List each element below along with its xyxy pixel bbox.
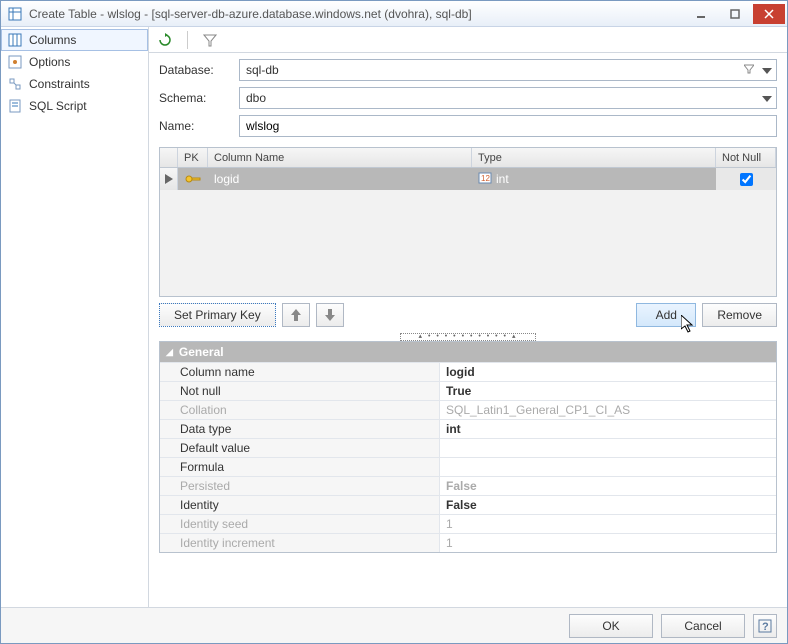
type-icon: 12 <box>478 172 492 187</box>
properties-panel: ◢ General Column namelogidNot nullTrueCo… <box>159 341 777 553</box>
columns-icon <box>7 32 23 48</box>
property-value[interactable]: False <box>440 477 776 495</box>
move-down-button[interactable] <box>316 303 344 327</box>
pk-key-icon <box>178 173 208 185</box>
property-value[interactable]: logid <box>440 363 776 381</box>
maximize-button[interactable] <box>719 4 751 24</box>
footer: OK Cancel ? <box>1 607 787 643</box>
property-row[interactable]: Data typeint <box>160 419 776 438</box>
database-select[interactable]: sql-db <box>239 59 777 81</box>
property-value[interactable]: int <box>440 420 776 438</box>
grid-cell-name[interactable]: logid <box>208 172 472 186</box>
add-button[interactable]: Add <box>636 303 696 327</box>
ok-button[interactable]: OK <box>569 614 653 638</box>
grid-header-name[interactable]: Column Name <box>208 148 472 167</box>
name-input[interactable] <box>239 115 777 137</box>
property-name: Not null <box>160 382 440 400</box>
sidebar-item-label: Columns <box>29 33 76 47</box>
grid-header-pk[interactable]: PK <box>178 148 208 167</box>
chevron-down-icon[interactable] <box>762 63 772 77</box>
property-value[interactable]: 1 <box>440 515 776 533</box>
grid-cell-type[interactable]: 12 int <box>472 172 716 187</box>
schema-select[interactable]: dbo <box>239 87 777 109</box>
property-value[interactable] <box>440 458 776 476</box>
row-caret-icon <box>160 168 178 190</box>
notnull-checkbox[interactable] <box>740 173 753 186</box>
refresh-button[interactable] <box>155 30 175 50</box>
property-row[interactable]: Identity increment1 <box>160 533 776 552</box>
titlebar: Create Table - wlslog - [sql-server-db-a… <box>1 1 787 27</box>
property-row[interactable]: CollationSQL_Latin1_General_CP1_CI_AS <box>160 400 776 419</box>
database-label: Database: <box>159 63 239 77</box>
property-name: Column name <box>160 363 440 381</box>
property-value[interactable]: SQL_Latin1_General_CP1_CI_AS <box>440 401 776 419</box>
chevron-down-icon[interactable] <box>762 91 772 105</box>
grid-cell-notnull[interactable] <box>716 168 776 190</box>
grid-row[interactable]: logid 12 int <box>160 168 776 190</box>
sidebar-item-label: Options <box>29 55 70 69</box>
property-value[interactable]: 1 <box>440 534 776 552</box>
grid-header-notnull[interactable]: Not Null <box>716 148 776 167</box>
schema-label: Schema: <box>159 91 239 105</box>
property-name: Collation <box>160 401 440 419</box>
sidebar-item-sqlscript[interactable]: SQL Script <box>1 95 148 117</box>
properties-header[interactable]: ◢ General <box>160 342 776 362</box>
property-row[interactable]: Identity seed1 <box>160 514 776 533</box>
grid-header-type[interactable]: Type <box>472 148 716 167</box>
filter-button[interactable] <box>200 30 220 50</box>
property-value[interactable]: False <box>440 496 776 514</box>
cursor-icon <box>681 315 697 336</box>
property-name: Default value <box>160 439 440 457</box>
options-icon <box>7 54 23 70</box>
property-row[interactable]: Column namelogid <box>160 362 776 381</box>
filter-icon[interactable] <box>744 63 754 77</box>
window-title: Create Table - wlslog - [sql-server-db-a… <box>29 7 683 21</box>
property-row[interactable]: PersistedFalse <box>160 476 776 495</box>
sidebar-item-label: SQL Script <box>29 99 87 113</box>
sql-icon <box>7 98 23 114</box>
name-label: Name: <box>159 119 239 133</box>
toolbar <box>149 27 787 53</box>
svg-text:?: ? <box>762 621 769 633</box>
close-button[interactable] <box>753 4 785 24</box>
sidebar: Columns Options Constraints SQL Script <box>1 27 149 607</box>
sidebar-item-options[interactable]: Options <box>1 51 148 73</box>
constraints-icon <box>7 76 23 92</box>
cancel-button[interactable]: Cancel <box>661 614 745 638</box>
property-row[interactable]: Formula <box>160 457 776 476</box>
sidebar-item-constraints[interactable]: Constraints <box>1 73 148 95</box>
property-name: Data type <box>160 420 440 438</box>
sidebar-item-columns[interactable]: Columns <box>1 29 148 51</box>
property-name: Identity increment <box>160 534 440 552</box>
table-icon <box>7 6 23 22</box>
property-name: Formula <box>160 458 440 476</box>
svg-text:12: 12 <box>481 174 490 183</box>
property-value[interactable]: True <box>440 382 776 400</box>
collapse-icon: ◢ <box>166 347 173 358</box>
property-name: Identity <box>160 496 440 514</box>
move-up-button[interactable] <box>282 303 310 327</box>
property-row[interactable]: Not nullTrue <box>160 381 776 400</box>
help-button[interactable]: ? <box>753 614 777 638</box>
property-row[interactable]: Default value <box>160 438 776 457</box>
minimize-button[interactable] <box>685 4 717 24</box>
property-row[interactable]: IdentityFalse <box>160 495 776 514</box>
columns-grid: PK Column Name Type Not Null logid 12 in… <box>159 147 777 297</box>
set-primary-key-button[interactable]: Set Primary Key <box>159 303 276 327</box>
sidebar-item-label: Constraints <box>29 77 90 91</box>
property-value[interactable] <box>440 439 776 457</box>
property-name: Identity seed <box>160 515 440 533</box>
remove-button[interactable]: Remove <box>702 303 777 327</box>
property-name: Persisted <box>160 477 440 495</box>
